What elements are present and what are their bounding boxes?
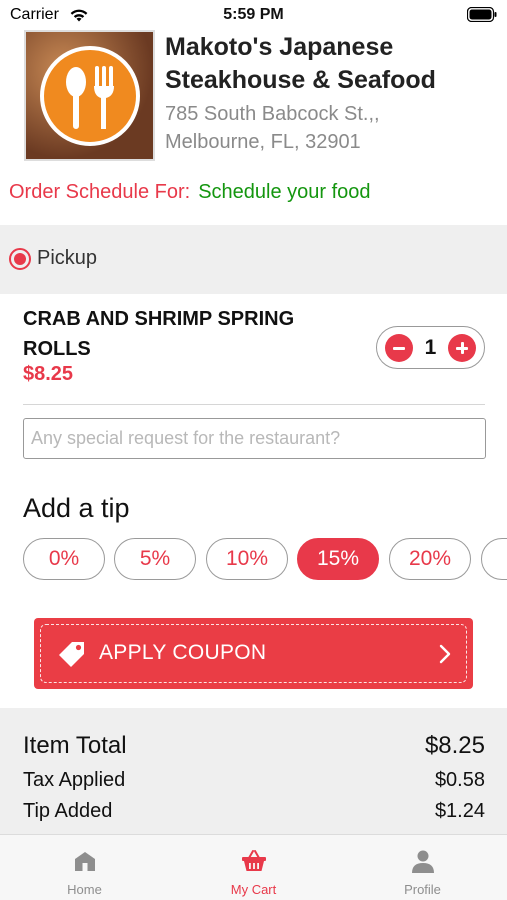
tab-home[interactable]: Home bbox=[0, 835, 169, 900]
tip-option-10[interactable]: 10% bbox=[206, 538, 288, 580]
item-price: $8.25 bbox=[23, 363, 74, 385]
restaurant-logo bbox=[24, 30, 155, 161]
address-line-1: 785 South Babcock St.,, bbox=[165, 103, 380, 125]
tax-value: $0.58 bbox=[434, 769, 485, 791]
order-totals: Item Total $8.25 Tax Applied $0.58 Tip A… bbox=[0, 708, 507, 834]
chevron-right-icon bbox=[439, 644, 451, 664]
spoon-fork-logo-icon bbox=[66, 66, 114, 129]
schedule-label: Order Schedule For: bbox=[9, 181, 191, 203]
tip-option-more[interactable] bbox=[481, 538, 507, 580]
restaurant-name: Makoto's Japanese Steakhouse & Seafood bbox=[165, 33, 436, 94]
tax-label: Tax Applied bbox=[23, 769, 126, 791]
tip-option-20[interactable]: 20% bbox=[389, 538, 471, 580]
tip-option-15[interactable]: 15% bbox=[297, 538, 379, 580]
item-total-value: $8.25 bbox=[424, 732, 485, 759]
divider bbox=[23, 404, 485, 405]
item-name: CRAB AND SHRIMP SPRING ROLLS bbox=[23, 308, 295, 360]
tip-label: Tip Added bbox=[23, 800, 113, 822]
tip-option-0[interactable]: 0% bbox=[23, 538, 105, 580]
status-bar: Carrier 5:59 PM bbox=[0, 0, 507, 30]
person-icon bbox=[412, 850, 434, 873]
battery-icon bbox=[467, 7, 497, 22]
item-total-row: Item Total $8.25 bbox=[23, 732, 485, 760]
tab-profile-label: Profile bbox=[404, 882, 441, 897]
restaurant-address: 785 South Babcock St.,, Melbourne, FL, 3… bbox=[165, 100, 495, 156]
bottom-tab-bar: Home My Cart Profile bbox=[0, 834, 507, 900]
pickup-radio[interactable] bbox=[9, 248, 31, 270]
tip-option-5[interactable]: 5% bbox=[114, 538, 196, 580]
tab-home-label: Home bbox=[67, 882, 102, 897]
address-line-2: Melbourne, FL, 32901 bbox=[165, 131, 361, 153]
tip-title: Add a tip bbox=[23, 493, 130, 523]
increase-quantity-button[interactable] bbox=[448, 334, 476, 362]
item-total-label: Item Total bbox=[23, 732, 127, 759]
home-icon bbox=[75, 852, 95, 871]
schedule-link[interactable]: Schedule your food bbox=[198, 181, 370, 203]
order-schedule: Order Schedule For: Schedule your food bbox=[9, 181, 371, 204]
apply-coupon-button[interactable]: APPLY COUPON bbox=[34, 618, 473, 689]
tip-value: $1.24 bbox=[434, 800, 485, 822]
tab-my-cart-label: My Cart bbox=[230, 882, 277, 897]
special-request-input[interactable] bbox=[23, 418, 486, 459]
coupon-label: APPLY COUPON bbox=[99, 641, 267, 664]
tab-my-cart[interactable]: My Cart bbox=[169, 835, 338, 900]
basket-icon bbox=[242, 850, 266, 871]
pickup-option[interactable]: Pickup bbox=[0, 225, 507, 294]
pickup-label: Pickup bbox=[37, 247, 98, 269]
tip-row: Tip Added $1.24 bbox=[23, 800, 485, 823]
clock: 5:59 PM bbox=[223, 6, 284, 23]
tab-profile[interactable]: Profile bbox=[338, 835, 507, 900]
tax-row: Tax Applied $0.58 bbox=[23, 769, 485, 792]
quantity-stepper: 1 bbox=[376, 326, 485, 369]
coupon-tag-icon bbox=[59, 642, 84, 667]
tip-options: 0% 5% 10% 15% 20% bbox=[23, 538, 507, 580]
